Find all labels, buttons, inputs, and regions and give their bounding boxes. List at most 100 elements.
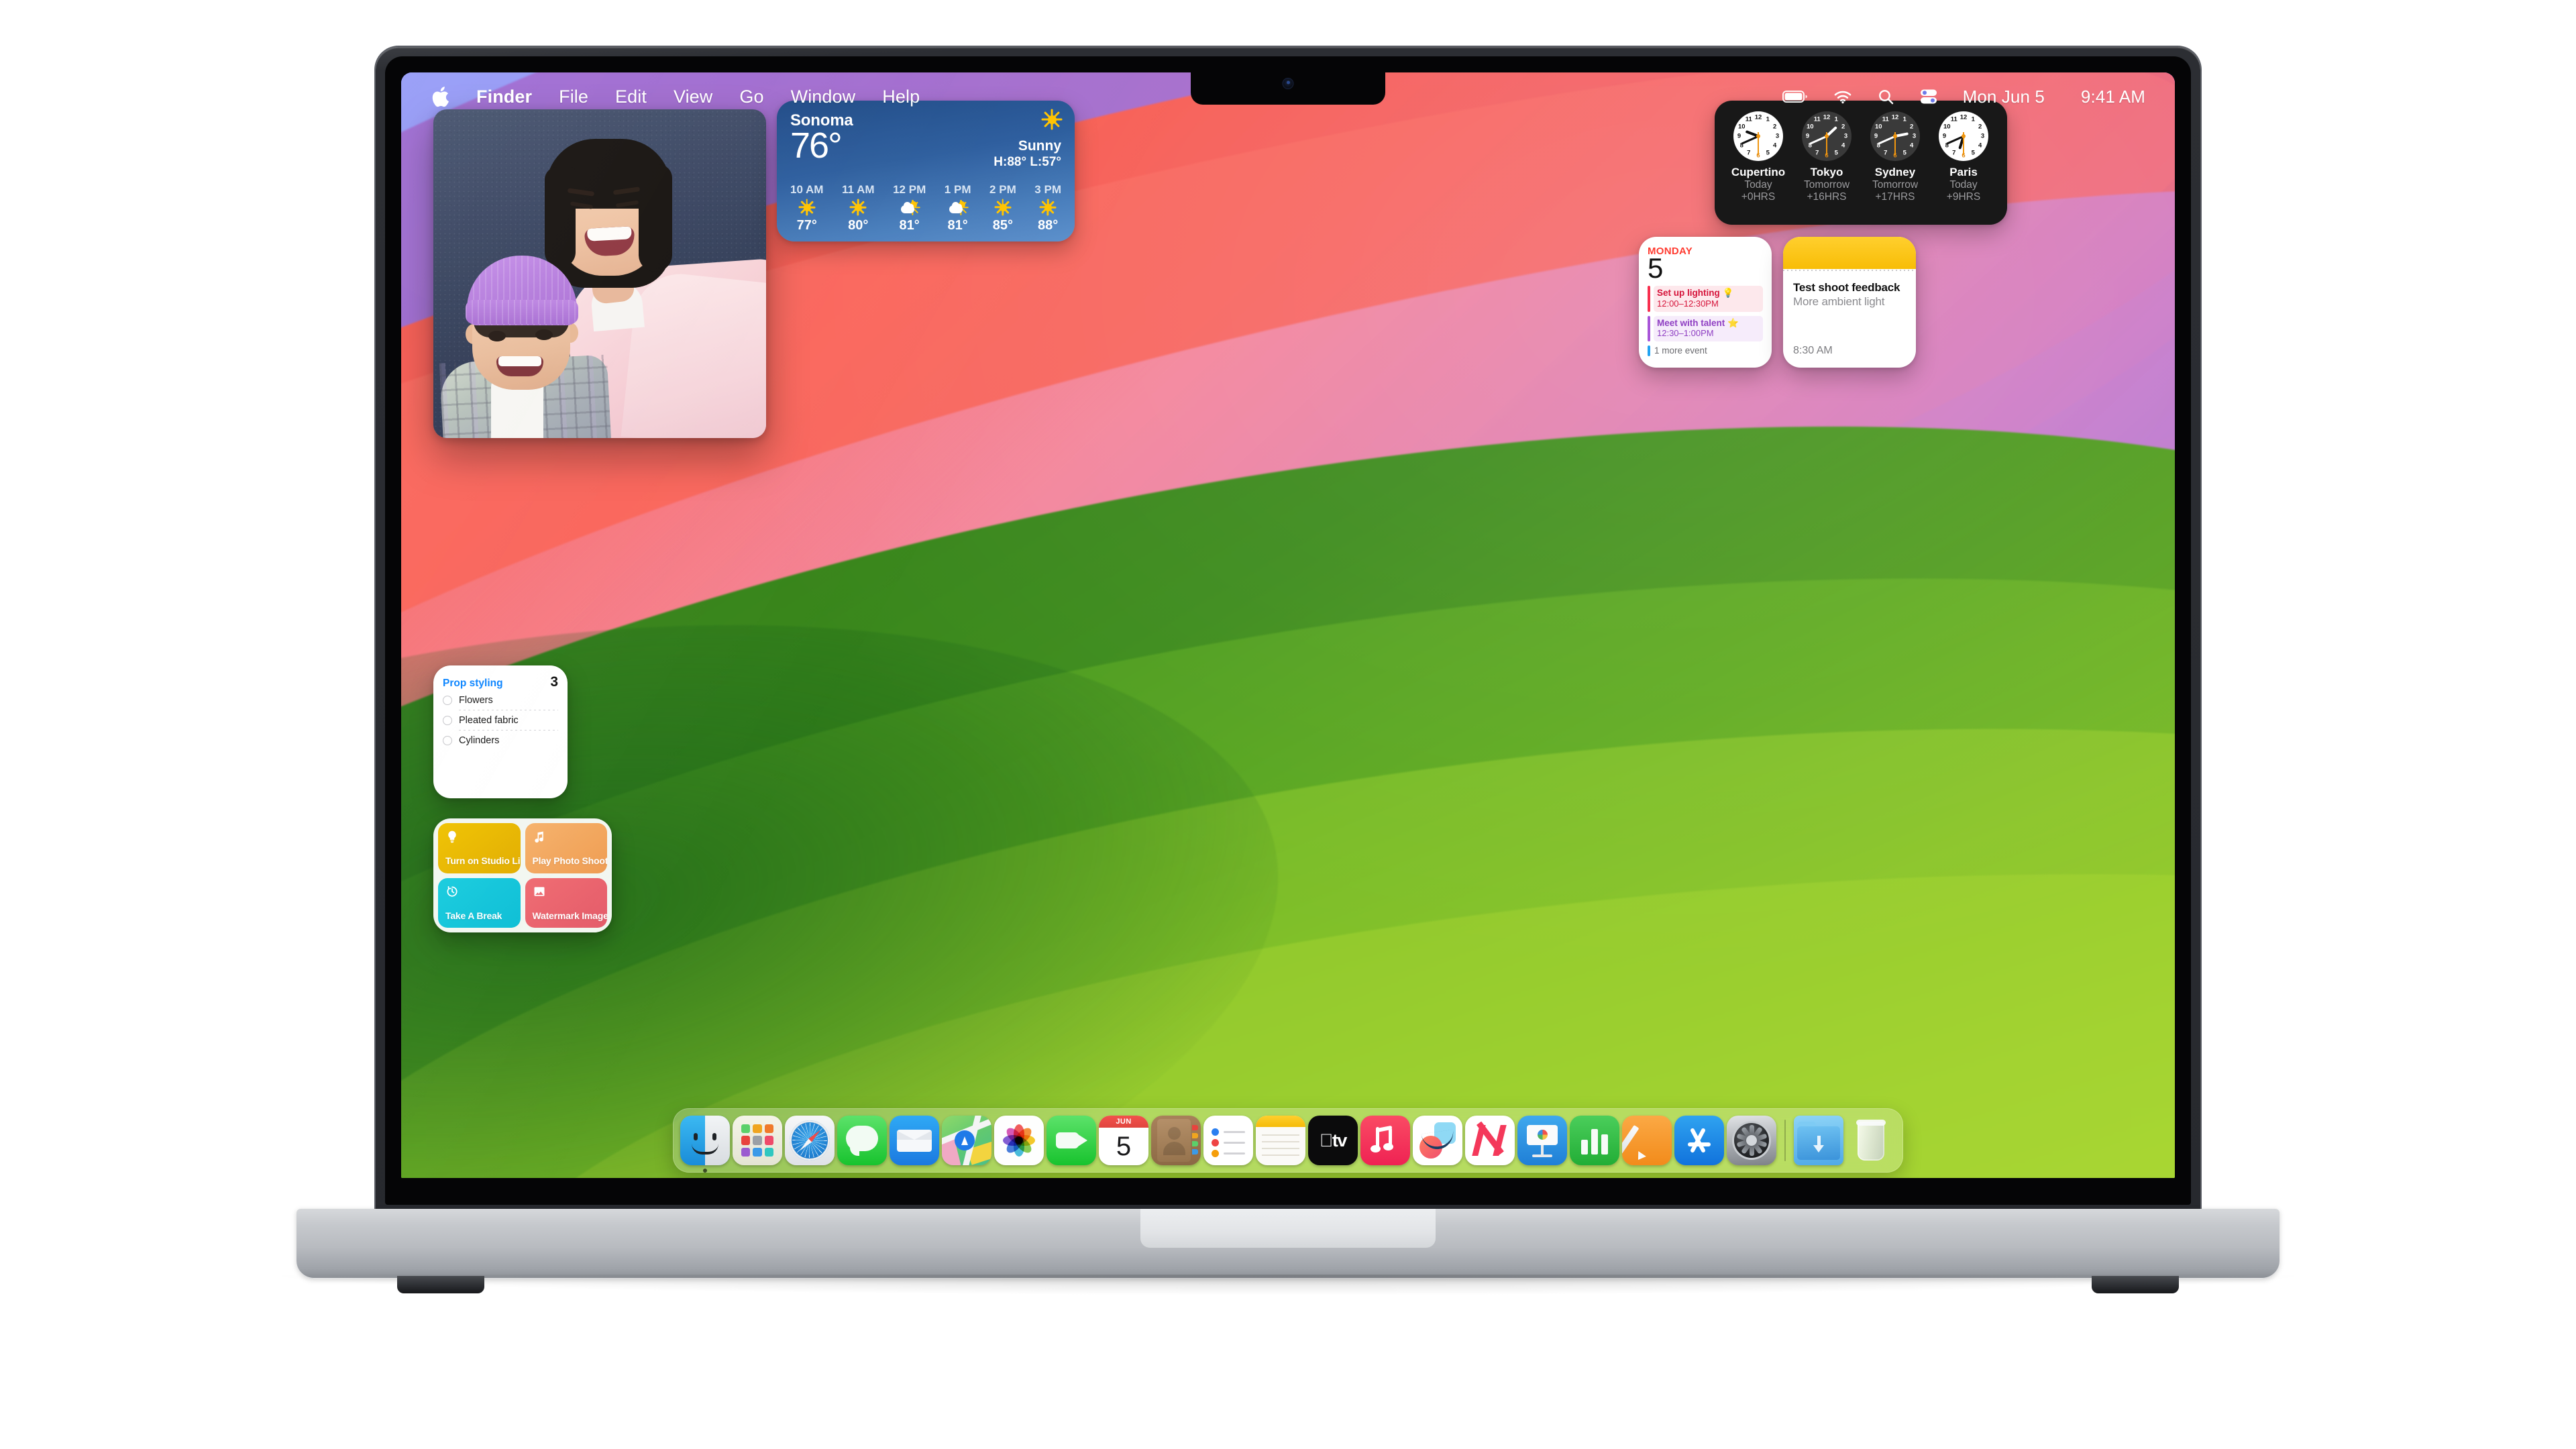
menu-help[interactable]: Help xyxy=(882,87,920,107)
world-clock-paris[interactable]: 1 2 3 4 5 6 7 8 9 10 11 12 Paris Today +9HRS xyxy=(1930,111,1997,214)
menu-app-name[interactable]: Finder xyxy=(476,87,532,107)
world-clock-sydney[interactable]: 1 2 3 4 5 6 7 8 9 10 11 12 Sydney Tomorrow +17HRS xyxy=(1862,111,1929,214)
clock-offset: +16HRS xyxy=(1807,191,1847,203)
shortcuts-widget[interactable]: Turn on Studio Ligh… Play Photo Shoot P…… xyxy=(433,818,612,932)
dock-item-appstore[interactable] xyxy=(1674,1116,1724,1165)
desktop-screen: Finder File Edit View Go Window Help Mon… xyxy=(401,72,2175,1178)
clock-numeral: 5 xyxy=(1766,148,1770,156)
display-lid: Finder File Edit View Go Window Help Mon… xyxy=(376,47,2200,1214)
search-icon[interactable] xyxy=(1878,89,1894,105)
dock-item-maps[interactable] xyxy=(942,1116,991,1165)
dock-item-freeform[interactable] xyxy=(1413,1116,1462,1165)
clock-center-dot xyxy=(1756,134,1760,138)
menu-file[interactable]: File xyxy=(559,87,588,107)
dock-item-trash[interactable] xyxy=(1846,1116,1896,1165)
dock-item-messages[interactable] xyxy=(837,1116,887,1165)
weather-hour-column: 10 AM 77° xyxy=(790,183,823,233)
photo-window[interactable] xyxy=(433,109,766,438)
dock-item-finder[interactable] xyxy=(680,1116,730,1173)
hour-temp: 80° xyxy=(848,218,869,233)
clock-numeral: 3 xyxy=(1912,132,1917,140)
reminder-item[interactable]: Cylinders xyxy=(443,731,558,750)
dock-item-launchpad[interactable] xyxy=(733,1116,782,1165)
dock-item-contacts[interactable] xyxy=(1151,1116,1201,1165)
notes-widget[interactable]: Test shoot feedback More ambient light 8… xyxy=(1783,237,1916,368)
control-center-icon[interactable] xyxy=(1920,89,1937,105)
hour-temp: 77° xyxy=(796,218,817,233)
clock-numeral: 9 xyxy=(1805,132,1810,140)
dock-item-safari[interactable] xyxy=(785,1116,835,1165)
world-clock-tokyo[interactable]: 1 2 3 4 5 6 7 8 9 10 11 12 Tokyo Tomorrow +16HRS xyxy=(1793,111,1860,214)
calendar-icon-day: 5 xyxy=(1116,1131,1132,1161)
calendar-more-events[interactable]: 1 more event xyxy=(1648,345,1763,356)
calendar-event[interactable]: Set up lighting 💡 12:00–12:30PM xyxy=(1648,286,1763,312)
dock-item-reminders[interactable] xyxy=(1203,1116,1253,1165)
dock-item-downloads[interactable] xyxy=(1794,1116,1843,1165)
macbook-base xyxy=(297,1209,2279,1293)
music-note-icon xyxy=(534,831,543,843)
calendar-event[interactable]: Meet with talent ⭐ 12:30–1:00PM xyxy=(1648,315,1763,341)
display-notch xyxy=(1191,56,1385,105)
hour-temp: 81° xyxy=(947,218,968,233)
dock-item-news[interactable] xyxy=(1465,1116,1515,1165)
dock-item-music[interactable] xyxy=(1360,1116,1410,1165)
menu-go[interactable]: Go xyxy=(739,87,763,107)
menu-bar-time[interactable]: 9:41 AM xyxy=(2081,87,2145,107)
weather-hour-column: 1 PM 81° xyxy=(945,183,971,233)
reminder-item[interactable]: Pleated fabric xyxy=(443,710,558,730)
dock-item-calendar[interactable]: JUN 5 xyxy=(1099,1116,1148,1165)
checkbox-circle-icon[interactable] xyxy=(443,736,452,745)
dock-item-pages[interactable] xyxy=(1622,1116,1672,1165)
apple-menu-icon[interactable] xyxy=(431,85,449,108)
shortcut-watermark-images[interactable]: Watermark Images xyxy=(525,877,607,928)
shortcut-turn-on-studio-lights[interactable]: Turn on Studio Ligh… xyxy=(438,823,521,873)
menu-edit[interactable]: Edit xyxy=(615,87,647,107)
cloud-sun-icon xyxy=(949,200,969,215)
timer-icon xyxy=(447,885,458,897)
shortcut-take-a-break[interactable]: Take A Break xyxy=(438,877,521,928)
shortcut-label: Take A Break xyxy=(445,910,502,921)
dock-item-photos[interactable] xyxy=(994,1116,1044,1165)
dock-item-numbers[interactable] xyxy=(1570,1116,1619,1165)
world-clock-cupertino[interactable]: 1 2 3 4 5 6 7 8 9 10 11 12 Cupertino Today +0HRS xyxy=(1725,111,1792,214)
clock-numeral: 7 xyxy=(1747,148,1751,156)
clock-numeral: 2 xyxy=(1910,123,1914,130)
clock-numeral: 9 xyxy=(1942,132,1947,140)
clock-offset: +9HRS xyxy=(1946,191,1981,203)
clock-numeral: 7 xyxy=(1952,148,1956,156)
dock-item-keynote[interactable] xyxy=(1517,1116,1567,1165)
clock-numeral: 7 xyxy=(1884,148,1888,156)
running-indicator xyxy=(703,1169,707,1173)
reminders-list-title: Prop styling xyxy=(443,678,503,689)
reminder-item[interactable]: Flowers xyxy=(443,690,558,710)
wifi-icon[interactable] xyxy=(1833,90,1852,104)
battery-icon[interactable] xyxy=(1782,90,1808,103)
dock-item-facetime[interactable] xyxy=(1046,1116,1096,1165)
clock-center-dot xyxy=(1825,134,1829,138)
clock-numeral: 10 xyxy=(1875,123,1882,130)
clock-numeral: 5 xyxy=(1834,148,1838,156)
clock-numeral: 4 xyxy=(1773,142,1777,150)
calendar-widget[interactable]: MONDAY 5 Set up lighting 💡 12:00–12:30PM… xyxy=(1639,237,1772,368)
dock-item-mail[interactable] xyxy=(890,1116,939,1165)
dock-item-appletv[interactable]: tv xyxy=(1308,1116,1358,1165)
weather-widget[interactable]: Sonoma 76° Sunny H:88° L:57° 10 AM 77° 1… xyxy=(777,101,1075,241)
dock-item-system-settings[interactable] xyxy=(1727,1116,1776,1165)
note-title: Test shoot feedback xyxy=(1793,281,1900,294)
weather-condition: Sunny xyxy=(1018,138,1061,154)
clock-day: Tomorrow xyxy=(1803,179,1850,191)
calendar-date-number: 5 xyxy=(1648,252,1663,284)
shortcut-play-photo-shoot-playlist[interactable]: Play Photo Shoot P… xyxy=(525,823,607,873)
checkbox-circle-icon[interactable] xyxy=(443,696,452,705)
menu-view[interactable]: View xyxy=(674,87,712,107)
checkbox-circle-icon[interactable] xyxy=(443,716,452,725)
screenshot-stage: Finder File Edit View Go Window Help Mon… xyxy=(0,0,2576,1449)
dock[interactable]: JUN 5 tv xyxy=(673,1108,1903,1173)
reminders-widget[interactable]: Prop styling 3 Flowers Pleated fabric Cy… xyxy=(433,665,568,798)
menu-bar-date[interactable]: Mon Jun 5 xyxy=(1963,87,2045,107)
lightbulb-icon xyxy=(448,830,456,843)
clock-numeral: 4 xyxy=(1910,142,1914,150)
menu-window[interactable]: Window xyxy=(791,87,856,107)
dock-item-notes[interactable] xyxy=(1256,1116,1305,1165)
note-header-band xyxy=(1783,237,1916,269)
